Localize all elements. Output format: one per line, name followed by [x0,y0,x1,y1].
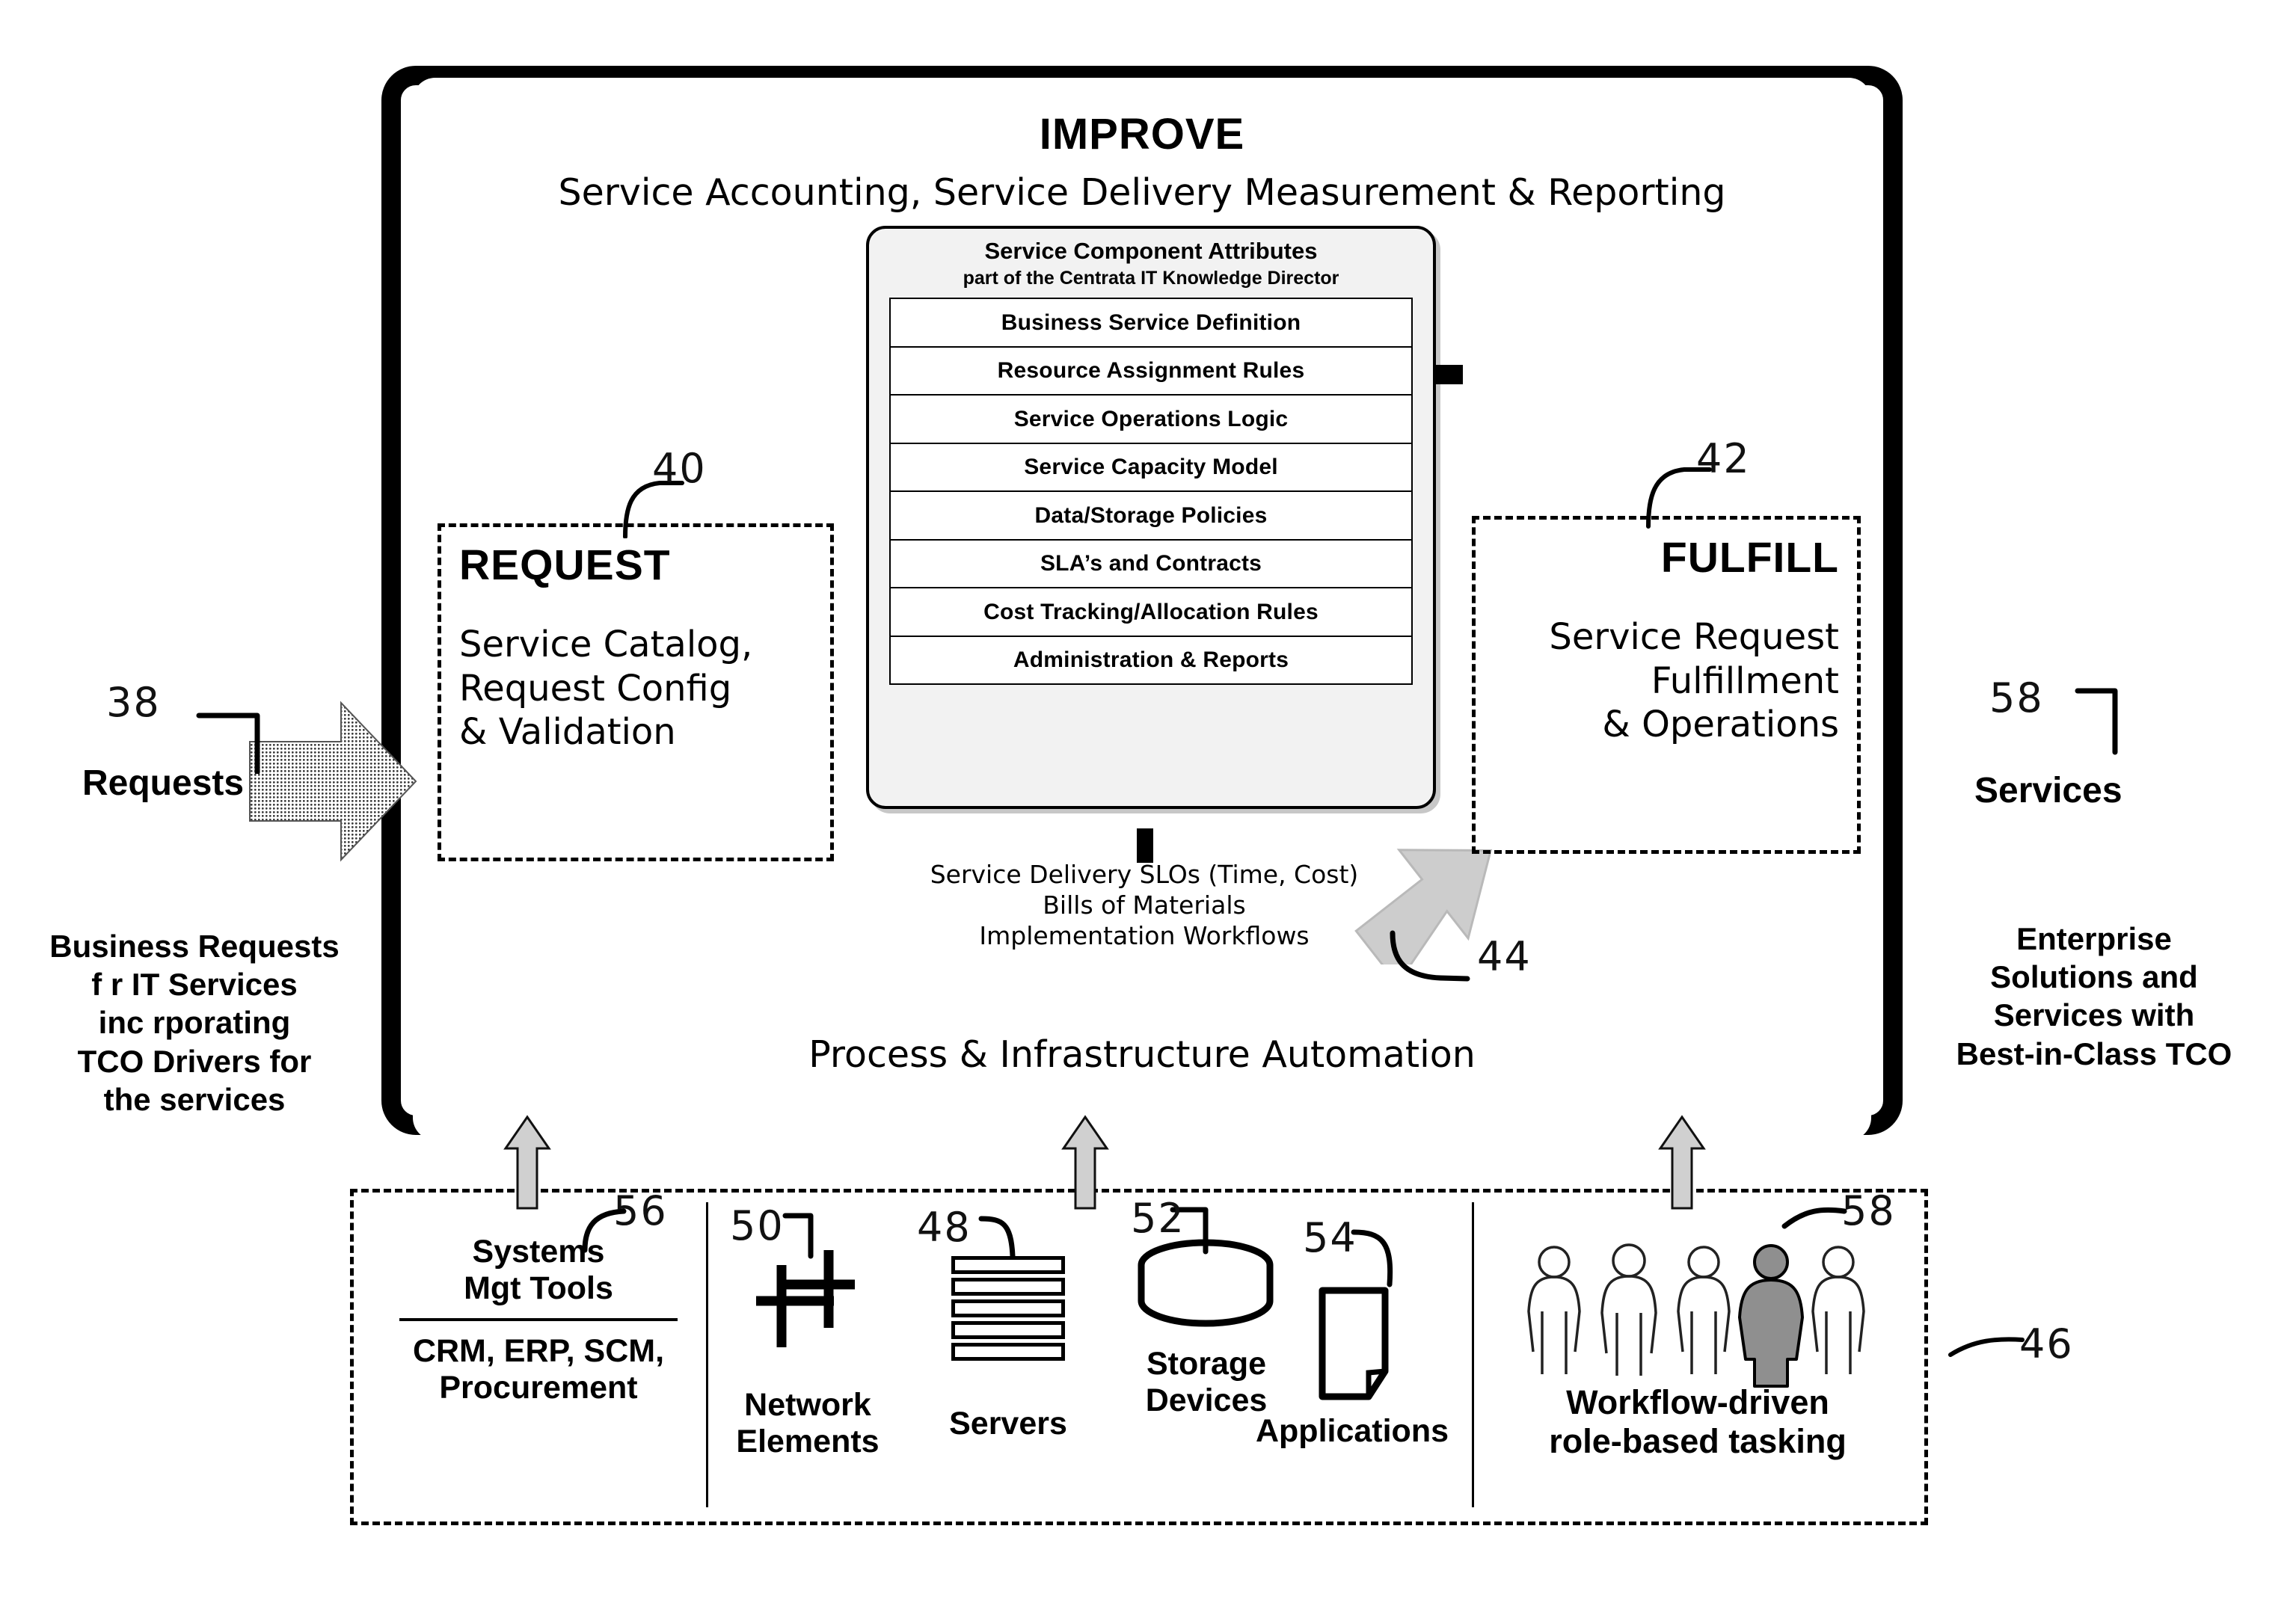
request-line-2: Request Config [459,667,732,710]
attributes-card-bottom-connector [1137,828,1153,863]
services-caption-line-2: Solutions and [1990,959,2198,995]
attribute-row[interactable]: Business Service Definition [891,299,1411,348]
attribute-row[interactable]: Data/Storage Policies [891,492,1411,541]
ref-56-label: 56 [613,1187,668,1234]
services-caption-line-3: Services with [1993,997,2195,1033]
attribute-row[interactable]: Service Capacity Model [891,444,1411,493]
fulfill-line-1: Service Request [1549,616,1839,658]
requests-caption-line-5: the services [103,1081,286,1117]
services-output-caption: Enterprise Solutions and Services with B… [1892,920,2296,1073]
services-caption-line-4: Best-in-Class TCO [1956,1036,2232,1071]
services-output-label: Services [1974,771,2122,810]
up-arrow-systems-mgt [503,1115,551,1210]
fulfill-line-2: Fulfillment [1651,659,1839,702]
attribute-row[interactable]: Service Operations Logic [891,396,1411,444]
business-requests-caption: Business Requests f r IT Services inc rp… [7,927,381,1119]
ref-38-label: 38 [106,679,161,726]
attributes-card-header: Service Component Attributes part of the… [956,229,1347,295]
ref-48-leader-line [978,1216,1016,1259]
ref-38-leader-line [196,713,260,774]
ref-52-label: 52 [1131,1195,1185,1242]
ref-58-right-label: 58 [1989,674,2044,721]
ref-50-leader-line [782,1213,814,1259]
automation-panel: Process & Infrastructure Automation [413,994,1871,1140]
up-arrow-workflow [1658,1115,1706,1210]
slo-line-3: Implementation Workflows [979,920,1310,950]
ref-58-bottom-label: 58 [1841,1187,1896,1234]
attributes-card-subtitle: part of the Centrata IT Knowledge Direct… [963,267,1339,289]
attribute-row[interactable]: Resource Assignment Rules [891,348,1411,396]
attributes-card-title: Service Component Attributes [984,238,1318,264]
fulfill-description: Service Request Fulfillment & Operations [1549,615,1839,747]
request-line-3: & Validation [459,711,676,754]
ref-58-right-leader-line [2075,688,2118,755]
slo-line-1: Service Delivery SLOs (Time, Cost) [930,860,1359,889]
request-title: REQUEST [459,541,671,589]
requests-caption-line-3: inc rporating [98,1005,291,1041]
attributes-card-right-connector [1433,365,1463,384]
up-arrow-servers [1061,1115,1109,1210]
requests-caption-line-1: Business Requests [49,929,340,964]
requests-caption-line-2: f r IT Services [91,967,298,1003]
attributes-row-list: Business Service Definition Resource Ass… [889,298,1413,686]
ref-48-label: 48 [917,1204,971,1251]
fulfill-line-3: & Operations [1602,704,1839,746]
automation-title: Process & Infrastructure Automation [808,1033,1476,1076]
ref-50-label: 50 [730,1202,785,1249]
ref-54-label: 54 [1303,1214,1357,1261]
attribute-row[interactable]: Cost Tracking/Allocation Rules [891,588,1411,637]
fulfill-box: FULFILL Service Request Fulfillment & Op… [1472,516,1861,854]
ref-44-label: 44 [1477,933,1532,980]
services-caption-line-1: Enterprise [2016,921,2172,956]
ref-42-label: 42 [1696,435,1751,482]
requests-caption-line-4: TCO Drivers for [77,1043,312,1079]
request-line-1: Service Catalog, [459,624,753,665]
improve-title: IMPROVE [1039,110,1245,159]
attribute-row[interactable]: SLA’s and Contracts [891,541,1411,589]
attribute-row[interactable]: Administration & Reports [891,637,1411,684]
request-description: Service Catalog, Request Config & Valida… [459,623,752,754]
improve-subtitle: Service Accounting, Service Delivery Mea… [558,171,1726,214]
fulfill-title: FULFILL [1660,534,1839,582]
ref-46-label: 46 [2019,1320,2074,1367]
request-box: REQUEST Service Catalog, Request Config … [438,523,834,861]
slo-line-2: Bills of Materials [1043,890,1246,920]
service-delivery-slo-caption: Service Delivery SLOs (Time, Cost) Bills… [912,860,1376,952]
service-component-attributes-card: Service Component Attributes part of the… [866,226,1436,809]
ref-40-label: 40 [652,445,707,492]
